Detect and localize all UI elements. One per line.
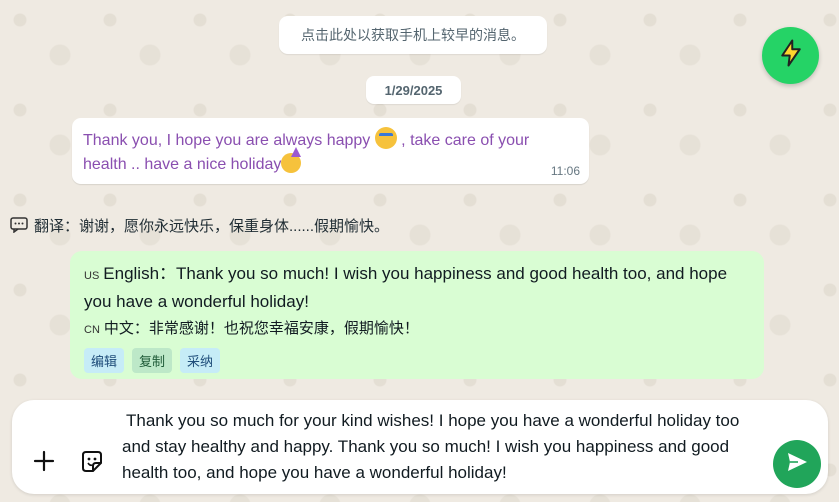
suggestion-actions: 编辑 复制 采纳	[84, 348, 221, 373]
partying-face-emoji-icon	[281, 147, 302, 173]
message-text-part: Thank you, I hope you are always happy	[83, 132, 375, 149]
cn-flag-label: CN	[84, 324, 100, 336]
plus-icon	[33, 450, 55, 477]
incoming-message-text: Thank you, I hope you are always happy ,…	[83, 127, 573, 177]
date-label: 1/29/2025	[384, 82, 443, 98]
adopt-button[interactable]: 采纳	[180, 348, 221, 373]
message-input[interactable]: Thank you so much for your kind wishes! …	[122, 408, 762, 486]
attach-button[interactable]	[31, 450, 57, 476]
chat-bubble-icon	[10, 217, 28, 233]
copy-button[interactable]: 复制	[132, 348, 173, 373]
send-button[interactable]	[773, 440, 821, 488]
load-older-messages-notice[interactable]: 点击此处以获取手机上较早的消息。	[279, 16, 547, 54]
translation-text: 翻译：谢谢，愿你永远快乐，保重身体......假期愉快。	[34, 217, 390, 235]
english-suggestion-text: English：Thank you so much! I wish you ha…	[84, 264, 728, 311]
lightning-icon	[776, 38, 806, 73]
edit-button[interactable]: 编辑	[84, 348, 125, 373]
translation-row: 翻译：谢谢，愿你永远快乐，保重身体......假期愉快。	[10, 213, 389, 237]
english-suggestion: US English：Thank you so much! I wish you …	[84, 261, 744, 314]
date-divider: 1/29/2025	[366, 76, 461, 104]
sticker-button[interactable]	[78, 450, 106, 478]
message-timestamp: 11:06	[550, 164, 580, 178]
chinese-suggestion: CN 中文：非常感谢！也祝您幸福安康，假期愉快！	[84, 317, 419, 338]
load-older-messages-label: 点击此处以获取手机上较早的消息。	[301, 27, 525, 43]
message-composer: Thank you so much for your kind wishes! …	[12, 400, 828, 494]
send-icon	[785, 450, 809, 479]
chinese-suggestion-text: 中文：非常感谢！也祝您幸福安康，假期愉快！	[103, 320, 419, 337]
us-flag-label: US	[84, 270, 100, 282]
incoming-message[interactable]: Thank you, I hope you are always happy ,…	[72, 118, 589, 184]
reply-suggestion-card: US English：Thank you so much! I wish you …	[70, 251, 764, 379]
sticker-icon	[79, 449, 105, 480]
star-struck-emoji-icon	[374, 127, 397, 149]
quick-action-button[interactable]	[762, 27, 819, 84]
